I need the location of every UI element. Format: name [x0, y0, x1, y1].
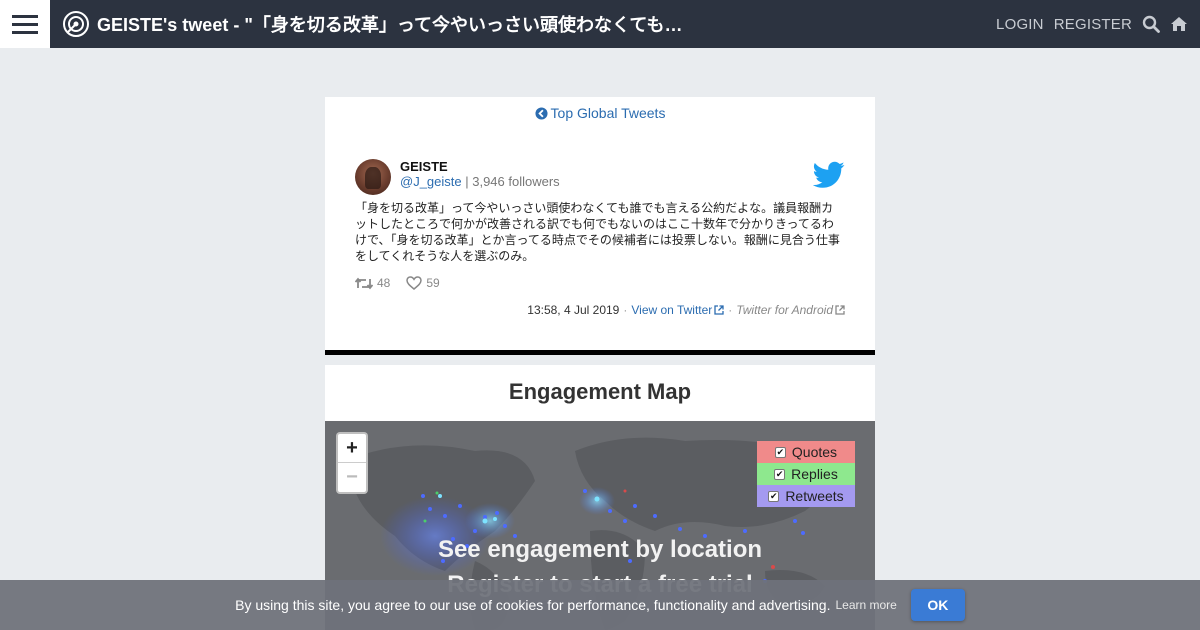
legend-quotes[interactable]: ✔ Quotes [757, 441, 855, 463]
zoom-in-button[interactable]: + [338, 434, 366, 463]
external-link-icon [714, 305, 724, 315]
tweet-timestamp: 13:58, 4 Jul 2019 [527, 303, 620, 317]
register-link[interactable]: REGISTER [1054, 16, 1132, 33]
quotes-checkbox[interactable]: ✔ [774, 446, 786, 458]
search-icon[interactable] [1142, 15, 1160, 33]
view-on-twitter-label: View on Twitter [631, 303, 713, 317]
home-icon[interactable] [1170, 15, 1188, 33]
tweet-card: Top Global Tweets GEISTE @J_geiste | 3,9… [325, 97, 875, 350]
like-action[interactable]: 59 [406, 276, 440, 290]
external-link-icon [835, 305, 845, 315]
author-meta: @J_geiste | 3,946 followers [400, 174, 560, 189]
twitter-bird-icon[interactable] [813, 161, 845, 189]
legend-retweets[interactable]: ✔ Retweets [757, 485, 855, 507]
top-global-tweets-link[interactable]: Top Global Tweets [325, 105, 875, 121]
cookie-ok-button[interactable]: OK [910, 589, 965, 621]
logo-icon[interactable] [62, 10, 90, 38]
top-navbar: GEISTE's tweet - "「身を切る改革」って今やいっさい頭使わなくて… [0, 0, 1200, 48]
heart-icon [406, 276, 423, 290]
retweet-icon [355, 277, 373, 289]
tweet-actions: 48 59 [355, 276, 440, 290]
author-name[interactable]: GEISTE [400, 159, 448, 174]
avatar[interactable] [355, 159, 391, 195]
separator: · [728, 303, 733, 317]
tweet-footer: 13:58, 4 Jul 2019 · View on Twitter · Twitte… [527, 303, 845, 317]
cookie-banner: By using this site, you agree to our use… [0, 580, 1200, 630]
legend-replies[interactable]: ✔ Replies [757, 463, 855, 485]
nav-right: LOGIN REGISTER [996, 0, 1188, 48]
like-count: 59 [426, 276, 440, 290]
legend-quotes-label: Quotes [791, 444, 838, 460]
tweet-source-label: Twitter for Android [736, 303, 833, 317]
retweet-count: 48 [377, 276, 391, 290]
page-title: GEISTE's tweet - "「身を切る改革」って今やいっさい頭使わなくて… [97, 15, 683, 35]
legend-retweets-label: Retweets [785, 488, 844, 504]
zoom-control: + − [336, 432, 368, 494]
cookie-text: By using this site, you agree to our use… [235, 597, 831, 613]
section-divider [325, 350, 875, 355]
map-legend: ✔ Quotes ✔ Replies ✔ Retweets [757, 441, 855, 507]
tweet-text: 「身を切る改革」って今やいっさい頭使わなくても誰でも言える公約だよな。議員報酬カ… [355, 201, 840, 263]
learn-more-link[interactable]: Learn more [835, 598, 896, 612]
zoom-out-button[interactable]: − [338, 463, 366, 492]
followers-count: | 3,946 followers [465, 174, 560, 189]
back-link-label: Top Global Tweets [550, 105, 666, 121]
author-handle[interactable]: @J_geiste [400, 174, 462, 189]
replies-checkbox[interactable]: ✔ [774, 468, 786, 480]
tweet-source-link[interactable]: Twitter for Android [736, 303, 845, 317]
retweet-action[interactable]: 48 [355, 276, 390, 290]
login-link[interactable]: LOGIN [996, 16, 1044, 33]
legend-replies-label: Replies [791, 466, 838, 482]
view-on-twitter-link[interactable]: View on Twitter [631, 303, 724, 317]
engagement-title: Engagement Map [508, 379, 692, 404]
separator: · [623, 303, 628, 317]
menu-icon[interactable] [0, 0, 50, 48]
retweets-checkbox[interactable]: ✔ [768, 490, 780, 502]
map-overlay-heading: See engagement by location [437, 536, 763, 563]
arrow-left-circle-icon [534, 107, 548, 120]
